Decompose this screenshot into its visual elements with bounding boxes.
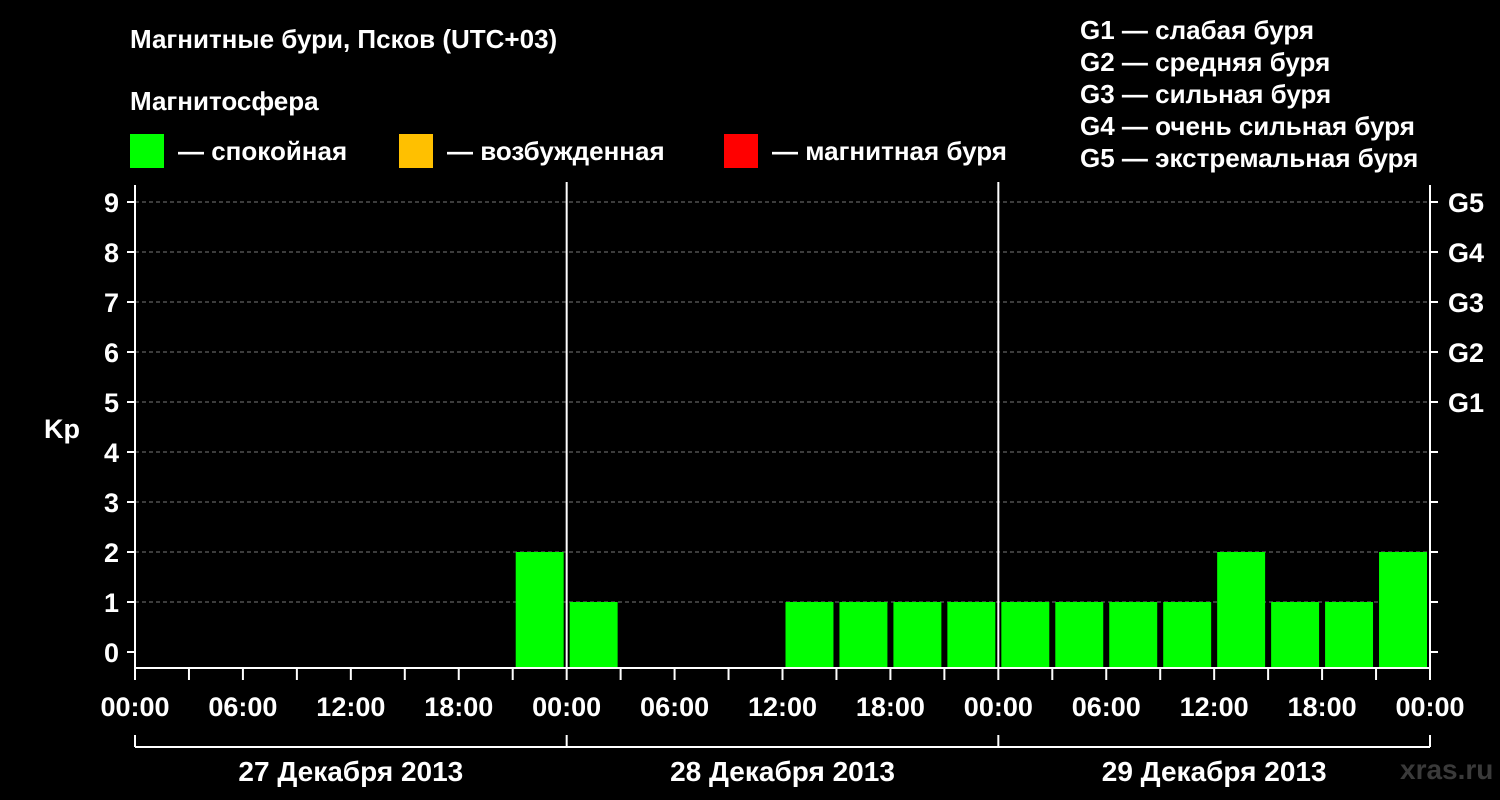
x-tick-label-3: 18:00 (424, 692, 493, 722)
watermark: xras.ru (1400, 754, 1494, 785)
x-tick-label-7: 18:00 (856, 692, 925, 722)
x-tick-label-8: 00:00 (964, 692, 1033, 722)
right-tick-label-G1: G1 (1448, 388, 1484, 418)
x-tick-label-11: 18:00 (1288, 692, 1357, 722)
kp-bar-12 (785, 602, 834, 668)
kp-bar-8 (569, 602, 618, 668)
kp-bar-17 (1055, 602, 1104, 668)
right-tick-label-G3: G3 (1448, 288, 1484, 318)
x-tick-label-0: 00:00 (100, 692, 169, 722)
y-tick-label-1: 1 (104, 588, 119, 618)
kp-bar-20 (1217, 552, 1266, 668)
kp-bar-14 (893, 602, 942, 668)
kp-bar-16 (1001, 602, 1050, 668)
y-tick-label-9: 9 (104, 188, 119, 218)
kp-chart: 0 1 2 3 4 5 6 7 8 9 G1 G2 G3 G4 G5 Kp 00:00 06:00 12:00 18:… (44, 182, 1484, 787)
kp-bar-19 (1163, 602, 1212, 668)
y-tick-label-6: 6 (104, 338, 119, 368)
x-tick-label-4: 00:00 (532, 692, 601, 722)
y-tick-label-5: 5 (104, 388, 119, 418)
x-tick-label-1: 06:00 (208, 692, 277, 722)
x-tick-label-6: 12:00 (748, 692, 817, 722)
y-tick-label-4: 4 (104, 438, 119, 468)
kp-bar-7 (515, 552, 564, 668)
y-tick-label-0: 0 (104, 638, 119, 668)
right-tick-label-G5: G5 (1448, 188, 1484, 218)
day-label-1: 28 Декабря 2013 (670, 756, 895, 787)
x-tick-label-10: 12:00 (1180, 692, 1249, 722)
y-tick-label-2: 2 (104, 538, 119, 568)
x-tick-label-2: 12:00 (316, 692, 385, 722)
y-tick-label-7: 7 (104, 288, 119, 318)
day-label-0: 27 Декабря 2013 (238, 756, 463, 787)
kp-bar-21 (1271, 602, 1320, 668)
y-tick-label-3: 3 (104, 488, 119, 518)
right-tick-label-G2: G2 (1448, 338, 1484, 368)
y-tick-label-8: 8 (104, 238, 119, 268)
x-tick-label-5: 06:00 (640, 692, 709, 722)
kp-bar-15 (947, 602, 996, 668)
x-tick-label-9: 06:00 (1072, 692, 1141, 722)
y-axis-label: Kp (44, 414, 80, 444)
kp-bar-18 (1109, 602, 1158, 668)
kp-bar-13 (839, 602, 888, 668)
kp-bar-23 (1379, 552, 1427, 668)
x-tick-label-12: 00:00 (1395, 692, 1464, 722)
right-tick-label-G4: G4 (1448, 238, 1484, 268)
kp-bar-22 (1325, 602, 1374, 668)
day-label-2: 29 Декабря 2013 (1102, 756, 1327, 787)
